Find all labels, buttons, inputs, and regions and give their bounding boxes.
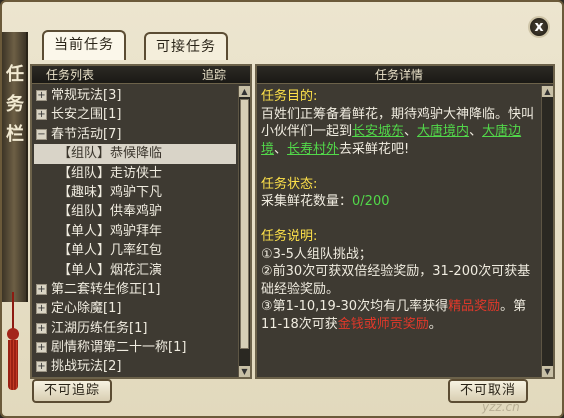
- tab-current-quests[interactable]: 当前任务: [42, 30, 126, 60]
- quest-label: 剧情称谓第二十一称[1]: [51, 340, 187, 356]
- scroll-thumb[interactable]: [240, 99, 249, 349]
- expand-icon[interactable]: +: [36, 90, 47, 101]
- quest-group[interactable]: + 常规玩法[3]: [34, 86, 236, 105]
- scroll-down-arrow[interactable]: ▼: [239, 366, 250, 377]
- goal-text: 百姓们正筹备着鲜花，期待鸡驴大神降临。快叫小伙伴们一起到长安城东、大唐境内、大唐…: [261, 106, 535, 157]
- quest-label: 定心除魔[1]: [51, 301, 122, 317]
- quest-detail-body: 任务目的: 百姓们正筹备着鲜花，期待鸡驴大神降临。快叫小伙伴们一起到长安城东、大…: [261, 88, 537, 377]
- untrack-button[interactable]: 不可追踪: [32, 379, 113, 403]
- quest-label: 春节活动[7]: [51, 126, 122, 142]
- quest-detail-header: 任务详情: [257, 66, 553, 84]
- reward-highlight: 金钱或师贡奖励: [337, 316, 429, 332]
- quest-label: 江湖历练任务[1]: [51, 320, 148, 336]
- quest-detail-title: 任务详情: [375, 68, 424, 82]
- quest-label: 第二套转生修正[1]: [51, 281, 161, 297]
- location-link[interactable]: 大唐境内: [417, 124, 469, 139]
- side-glyph: 栏: [6, 124, 24, 145]
- quest-label: 【组队】走访侠士: [58, 165, 163, 181]
- quest-group[interactable]: + 长安之围[1]: [34, 105, 236, 124]
- quest-label: 【趣味】鸡驴下凡: [58, 184, 163, 200]
- quest-label: 【组队】供奉鸡驴: [58, 204, 163, 220]
- quest-item[interactable]: 【趣味】鸡驴下凡: [34, 183, 236, 202]
- quest-label: 长安之围[1]: [51, 107, 122, 123]
- quest-group[interactable]: + 剧情称谓第二十一称[1]: [34, 338, 236, 357]
- quest-list-scrollbar[interactable]: ▲ ▼: [238, 86, 250, 377]
- status-value: 0/200: [352, 194, 390, 209]
- expand-icon[interactable]: +: [36, 361, 47, 373]
- expand-icon[interactable]: +: [36, 303, 47, 315]
- side-glyph: 务: [6, 94, 24, 115]
- status-title: 任务状态:: [261, 176, 318, 192]
- quest-list-panel: 任务列表 追踪 + 常规玩法[3] + 长安之围[1] − 春节活动[7] 【组队】恭候降临…: [30, 64, 252, 379]
- track-column-label: 追踪: [201, 68, 226, 82]
- goal-title: 任务目的:: [261, 89, 318, 104]
- desc-line-2: ②前30次可获双倍经验奖励，31-200次可获基础经验奖励。: [261, 264, 531, 297]
- quest-item[interactable]: 【单人】鸡驴拜年: [34, 222, 236, 241]
- desc-line-1: ①3-5人组队挑战；: [261, 246, 372, 262]
- quest-list-header: 任务列表 追踪: [32, 66, 250, 84]
- quest-group[interactable]: + 挑战玩法[2]: [34, 357, 236, 376]
- location-link[interactable]: 长安城东: [352, 124, 404, 139]
- quest-group[interactable]: − 春节活动[7]: [34, 125, 236, 144]
- scroll-up-arrow[interactable]: ▲: [542, 86, 553, 97]
- quest-item[interactable]: 【组队】恭候降临: [34, 144, 236, 164]
- expand-icon[interactable]: +: [36, 109, 47, 121]
- location-link[interactable]: 长寿村外: [287, 142, 339, 157]
- quest-label: 【单人】几率红包: [58, 243, 163, 259]
- tassel-ornament: [6, 292, 20, 392]
- quest-item[interactable]: 【组队】供奉鸡驴: [34, 202, 236, 221]
- quest-label: 挑战玩法[2]: [51, 359, 122, 375]
- quest-group[interactable]: + 第二套转生修正[1]: [34, 280, 236, 299]
- expand-icon[interactable]: +: [36, 342, 47, 354]
- side-glyph: 任: [6, 64, 24, 85]
- quest-list-title: 任务列表: [46, 68, 95, 82]
- tab-available-quests[interactable]: 可接任务: [144, 32, 228, 60]
- quest-item[interactable]: 【组队】走访侠士: [34, 164, 236, 183]
- desc-line-3: ③第1-10,19-30次均有几率获得精品奖励。第11-18次可获金钱或师贡奖励…: [261, 299, 527, 332]
- expand-icon[interactable]: +: [36, 322, 47, 334]
- quest-list: + 常规玩法[3] + 长安之围[1] − 春节活动[7] 【组队】恭候降临 【组队】走访侠士…: [34, 86, 236, 377]
- collapse-icon[interactable]: −: [36, 128, 47, 140]
- quest-group[interactable]: + 定心除魔[1]: [34, 299, 236, 318]
- quest-label: 【单人】鸡驴拜年: [58, 223, 163, 239]
- reward-highlight: 精品奖励: [448, 299, 501, 314]
- close-button[interactable]: x: [528, 16, 550, 38]
- quest-item[interactable]: 【单人】几率红包: [34, 241, 236, 260]
- quest-window: 任 务 栏 当前任务 可接任务 x 任务列表 追踪 + 常规玩法[3] + 长安之围[…: [0, 0, 564, 418]
- scroll-up-arrow[interactable]: ▲: [239, 86, 250, 97]
- status-line: 采集鲜花数量：0/200: [261, 194, 390, 209]
- watermark: yzz.cn: [482, 400, 520, 414]
- quest-label: 常规玩法[3]: [51, 88, 122, 103]
- quest-label: 【组队】恭候降临: [58, 146, 163, 162]
- expand-icon[interactable]: +: [36, 283, 47, 295]
- detail-scrollbar[interactable]: ▲ ▼: [541, 86, 553, 377]
- side-title-scroll: 任 务 栏: [2, 32, 28, 302]
- quest-item[interactable]: 【单人】烟花汇演: [34, 261, 236, 280]
- quest-detail-panel: 任务详情 任务目的: 百姓们正筹备着鲜花，期待鸡驴大神降临。快叫小伙伴们一起到长…: [255, 64, 555, 379]
- desc-title: 任务说明:: [261, 229, 318, 244]
- quest-label: 【单人】烟花汇演: [58, 262, 163, 278]
- scroll-down-arrow[interactable]: ▼: [542, 366, 553, 377]
- quest-group[interactable]: + 江湖历练任务[1]: [34, 319, 236, 338]
